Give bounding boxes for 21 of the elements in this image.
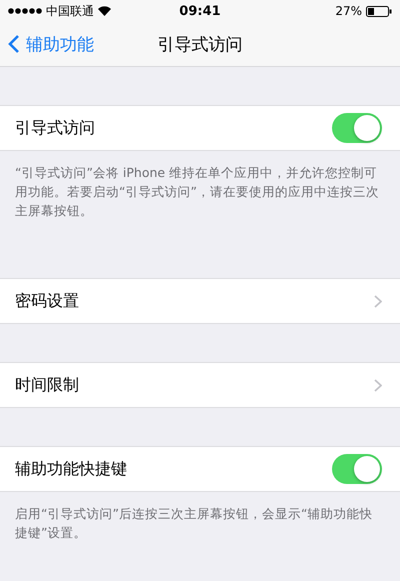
- signal-icon: [8, 8, 42, 14]
- battery-icon: [366, 6, 392, 16]
- nav-title: 引导式访问: [158, 34, 242, 56]
- section-footer: 启用“引导式访问”后连按三次主屏幕按钮，会显示“辅助功能快捷键”设置。: [0, 492, 400, 562]
- toggle-switch[interactable]: [332, 454, 382, 484]
- row-label: 密码设置: [15, 290, 79, 312]
- chevron-icon: [374, 378, 382, 392]
- wifi-icon: [98, 6, 111, 16]
- back-chevron-icon: [8, 34, 20, 54]
- battery-percent: 27%: [335, 4, 362, 18]
- back-button[interactable]: 辅助功能: [0, 32, 102, 56]
- settings-row[interactable]: 时间限制: [0, 362, 400, 408]
- carrier-name: 中国联通: [46, 2, 94, 20]
- toggle-switch[interactable]: [332, 113, 382, 143]
- settings-row[interactable]: 密码设置: [0, 278, 400, 324]
- status-time: 09:41: [179, 4, 221, 18]
- row-label: 引导式访问: [15, 118, 95, 138]
- row-label: 时间限制: [15, 374, 79, 396]
- section-footer: “引导式访问”会将 iPhone 维持在单个应用中，并允许您控制可用功能。若要启动“引导式访问”，请在要使用的应用中连按三次主屏幕按钮。: [0, 151, 400, 240]
- chevron-icon: [374, 294, 382, 308]
- row-label: 辅助功能快捷键: [15, 458, 127, 480]
